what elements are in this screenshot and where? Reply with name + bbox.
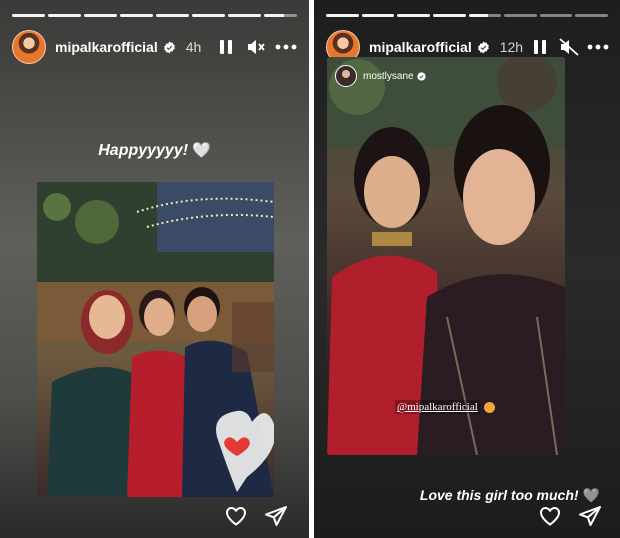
send-icon[interactable] [264,504,288,528]
username[interactable]: mipalkarofficial [55,39,158,55]
avatar[interactable] [12,30,46,64]
repost-avatar[interactable] [335,65,357,87]
verified-badge-icon [163,41,175,53]
progress-segment [361,14,395,17]
progress-segment-current [468,14,502,17]
story-caption: Happyyyyy! 🤍 [0,141,309,160]
story-caption: Love this girl too much! 🩶 [420,487,600,504]
story-panel-right[interactable]: mipalkarofficial 12h mostlysane @mipalka… [314,0,620,538]
verified-badge-icon [477,41,489,53]
caption-text: Happyyyyy! [98,142,189,159]
repost-username[interactable]: mostlysane [363,71,414,82]
story-panel-left[interactable]: mipalkarofficial 4h Happyyyyy! 🤍 [0,0,309,538]
verified-badge-icon [416,71,426,81]
white-heart-emoji: 🤍 [192,142,211,159]
muted-speaker-icon [248,40,265,54]
heart-outline-icon[interactable] [224,504,248,528]
progress-bar [12,14,297,17]
username[interactable]: mipalkarofficial [369,39,472,55]
progress-bar [326,14,608,17]
send-icon[interactable] [578,504,602,528]
more-options-icon [275,44,297,50]
more-options-button[interactable] [585,34,610,60]
mention-text[interactable]: @mipalkarofficial [395,400,480,414]
story-header: mipalkarofficial 4h [12,30,299,64]
progress-segment [84,14,117,17]
smile-emoji [483,401,495,413]
heart-outline-icon[interactable] [538,504,562,528]
more-options-button[interactable] [273,34,299,60]
progress-segment [575,14,608,17]
progress-segment [120,14,153,17]
progress-segment [156,14,189,17]
mention-tag[interactable]: @mipalkarofficial [395,400,495,414]
more-options-icon [587,44,608,50]
pause-icon [533,40,546,54]
mute-button[interactable] [243,34,269,60]
progress-segment-current [264,14,297,17]
heart-sticker [216,410,274,492]
progress-segment [228,14,261,17]
post-time: 4h [185,39,202,55]
story-photo [37,182,274,497]
progress-segment [12,14,45,17]
muted-speaker-icon [558,38,579,56]
reposted-story-video: mostlysane @mipalkarofficial [327,57,565,455]
pause-button[interactable] [213,34,239,60]
reposted-from[interactable]: mostlysane [335,65,426,87]
progress-segment [504,14,537,17]
video-scene [327,57,565,455]
progress-segment [48,14,81,17]
grey-heart-emoji: 🩶 [582,487,600,503]
progress-segment [192,14,225,17]
progress-segment [397,14,430,17]
pause-icon [220,40,232,54]
progress-segment [539,14,573,17]
post-time: 12h [499,39,524,55]
progress-segment [326,14,359,17]
caption-text: Love this girl too much! [419,487,579,503]
progress-segment [432,14,466,17]
